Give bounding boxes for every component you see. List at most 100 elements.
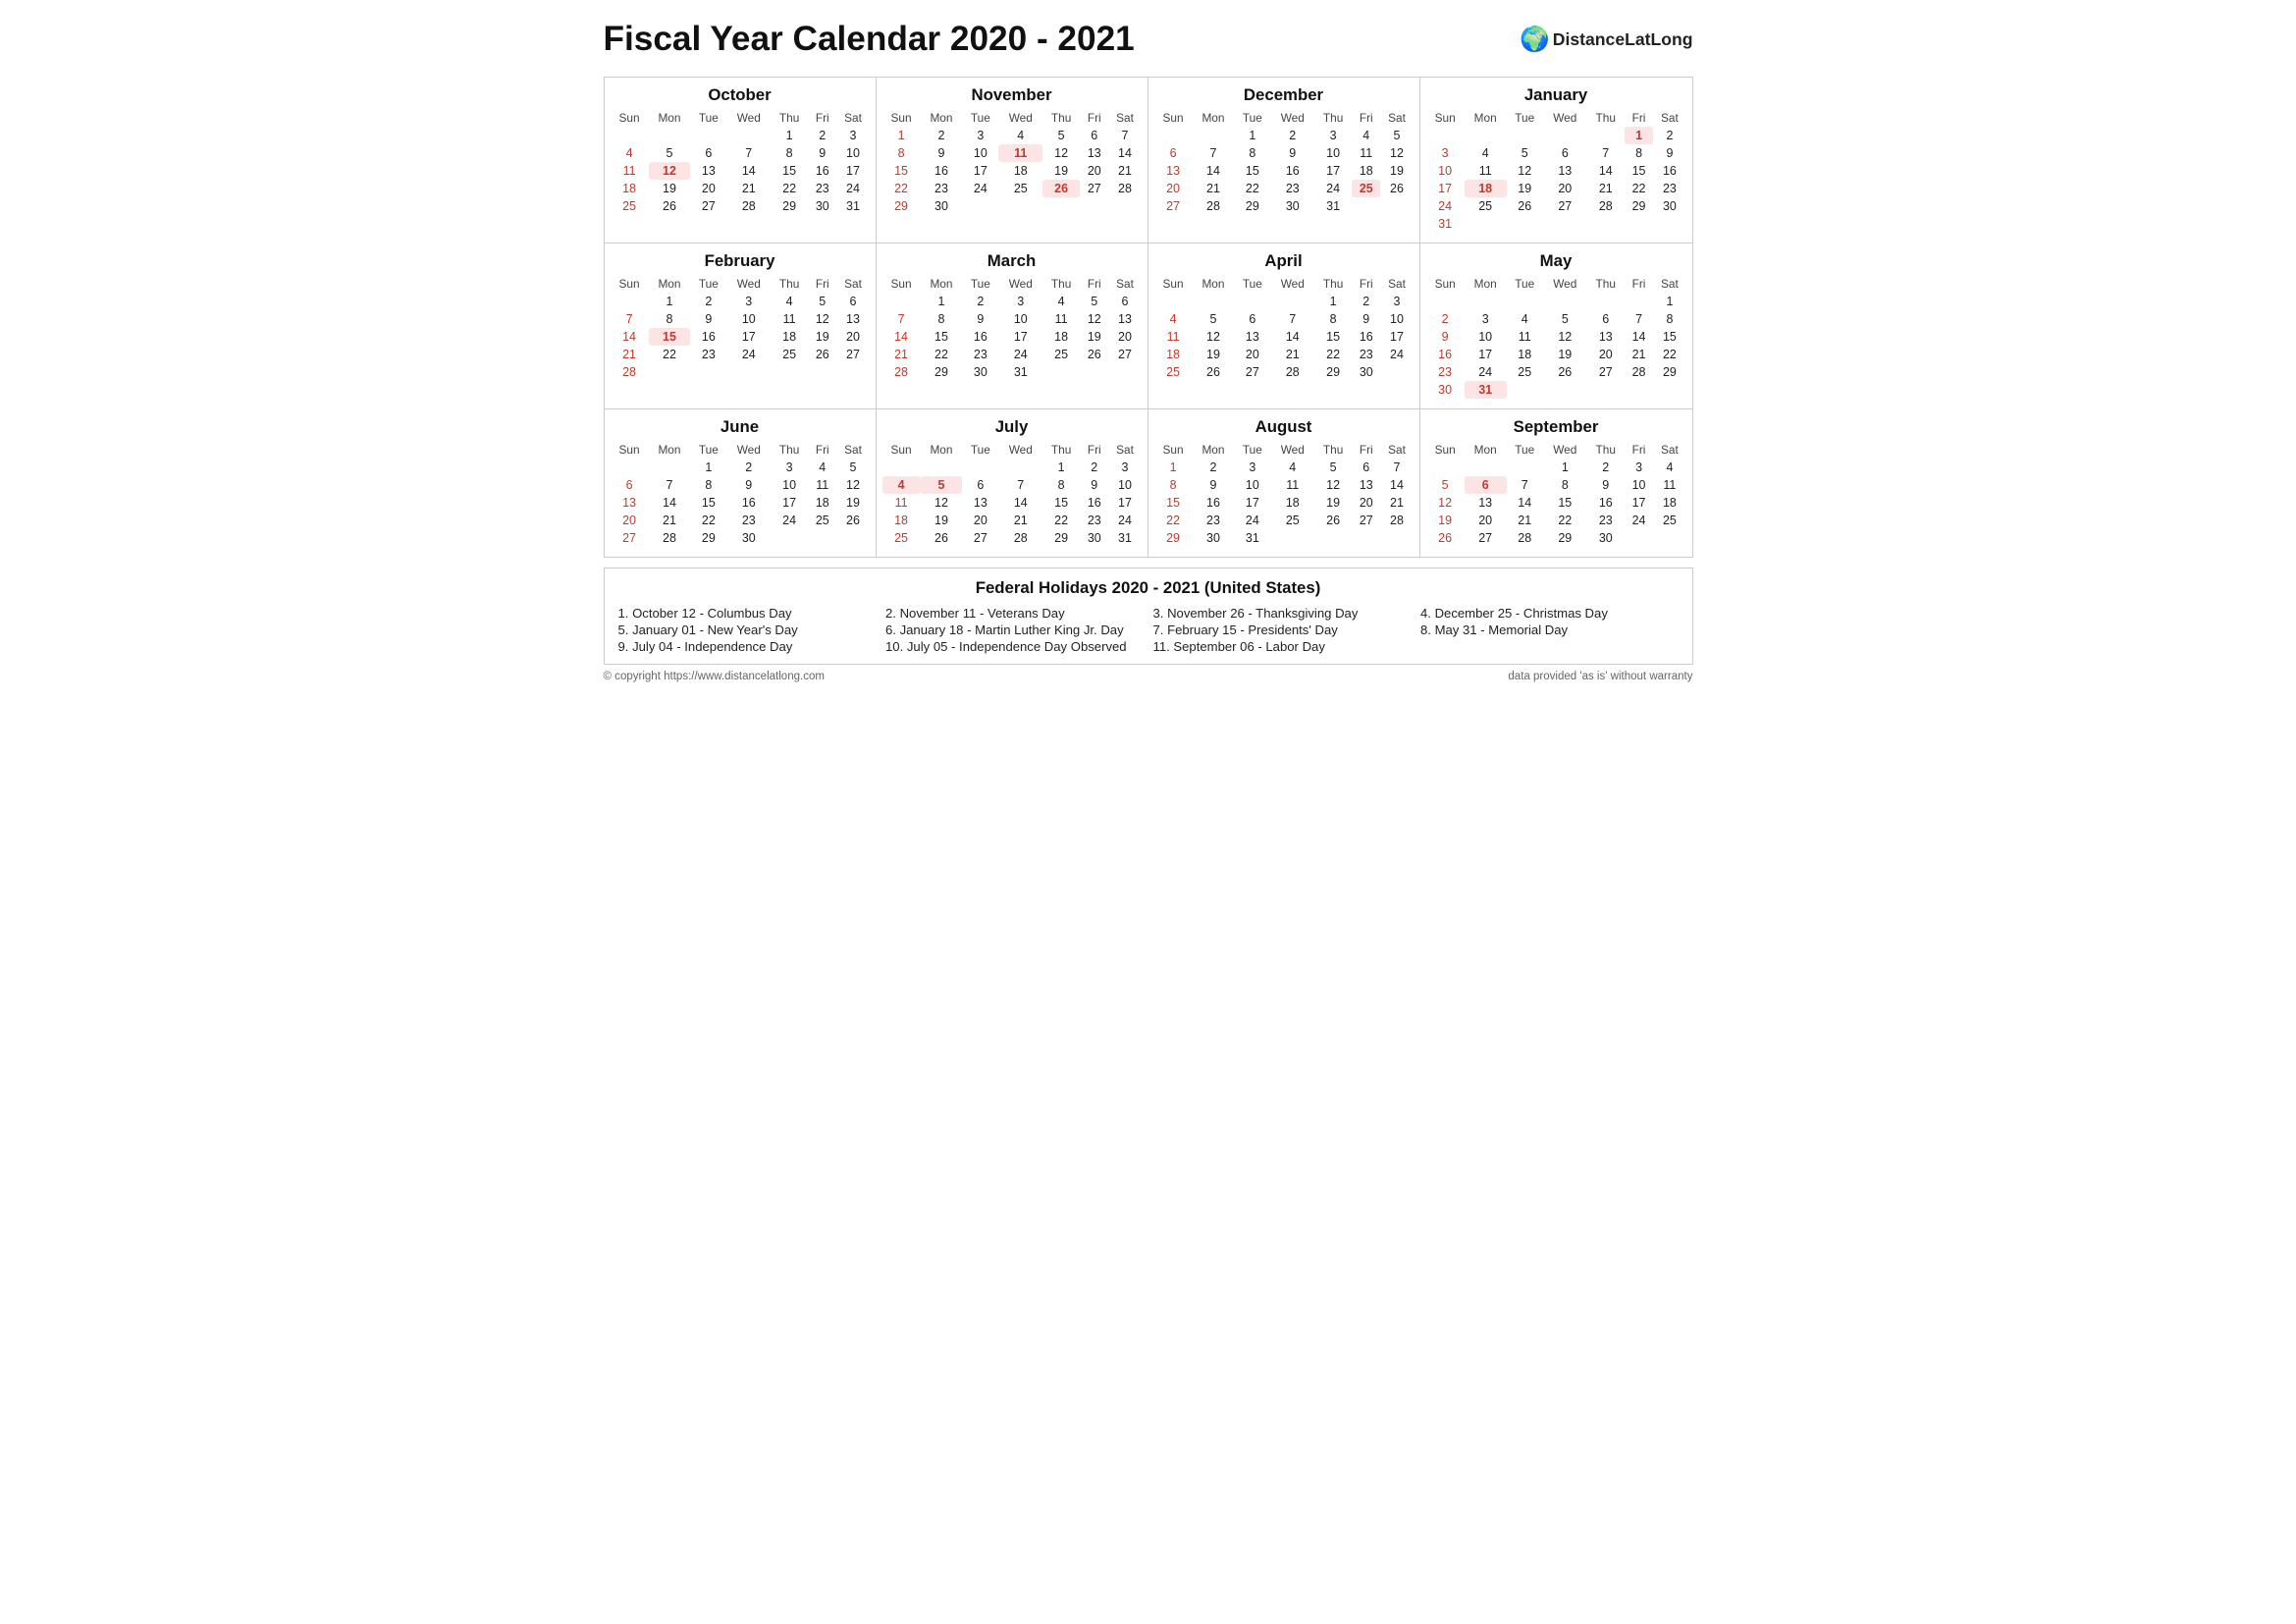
day-cell: 19 — [808, 328, 836, 346]
day-cell: 24 — [1380, 346, 1413, 363]
day-cell: 12 — [836, 476, 869, 494]
empty-cell — [1380, 529, 1413, 547]
day-cell: 13 — [836, 310, 869, 328]
day-cell: 16 — [1270, 162, 1314, 180]
day-cell: 19 — [1314, 494, 1352, 512]
day-cell: 30 — [1653, 197, 1685, 215]
day-cell: 16 — [1426, 346, 1465, 363]
day-cell: 6 — [1587, 310, 1625, 328]
day-cell: 10 — [1314, 144, 1352, 162]
empty-cell — [1352, 529, 1380, 547]
day-header: Thu — [1042, 109, 1080, 127]
holiday-item: 5. January 01 - New Year's Day — [618, 623, 877, 637]
day-cell: 3 — [1625, 459, 1654, 476]
day-cell: 1 — [1314, 293, 1352, 310]
day-cell: 10 — [836, 144, 869, 162]
day-cell: 1 — [649, 293, 691, 310]
empty-cell — [882, 459, 921, 476]
day-cell: 31 — [998, 363, 1042, 381]
empty-cell — [1270, 529, 1314, 547]
month-name: October — [611, 85, 870, 105]
day-cell: 21 — [1193, 180, 1235, 197]
day-cell: 24 — [1108, 512, 1141, 529]
day-cell: 3 — [1380, 293, 1413, 310]
day-cell: 13 — [1080, 144, 1108, 162]
empty-cell — [1625, 215, 1654, 233]
day-cell: 12 — [1193, 328, 1235, 346]
day-header: Fri — [808, 275, 836, 293]
day-cell: 24 — [1625, 512, 1654, 529]
holiday-item: 8. May 31 - Memorial Day — [1420, 623, 1679, 637]
day-cell: 20 — [1543, 180, 1587, 197]
day-header: Sat — [1653, 109, 1685, 127]
empty-cell — [771, 529, 808, 547]
day-cell: 9 — [1080, 476, 1108, 494]
empty-cell — [921, 459, 963, 476]
day-cell: 23 — [808, 180, 836, 197]
calendar-table: SunMonTueWedThuFriSat1234567891011121314… — [1426, 275, 1686, 399]
day-cell: 14 — [1625, 328, 1654, 346]
day-cell: 13 — [690, 162, 726, 180]
day-cell: 9 — [1653, 144, 1685, 162]
day-cell: 4 — [1270, 459, 1314, 476]
day-cell: 10 — [1234, 476, 1270, 494]
day-header: Wed — [1543, 441, 1587, 459]
day-cell: 19 — [1042, 162, 1080, 180]
empty-cell — [1270, 293, 1314, 310]
day-cell: 18 — [1270, 494, 1314, 512]
empty-cell — [808, 363, 836, 381]
day-cell: 9 — [1426, 328, 1465, 346]
day-cell: 25 — [1154, 363, 1193, 381]
day-cell: 29 — [1314, 363, 1352, 381]
day-header: Mon — [1193, 275, 1235, 293]
day-cell: 30 — [962, 363, 998, 381]
day-cell: 17 — [1234, 494, 1270, 512]
day-cell: 18 — [998, 162, 1042, 180]
day-header: Mon — [649, 109, 691, 127]
logo: 🌍 DistanceLatLong — [1520, 26, 1692, 54]
day-header: Fri — [1080, 275, 1108, 293]
day-header: Thu — [771, 109, 808, 127]
day-cell: 21 — [998, 512, 1042, 529]
day-cell: 15 — [690, 494, 726, 512]
empty-cell — [1193, 127, 1235, 144]
day-header: Sat — [836, 109, 869, 127]
day-cell: 21 — [649, 512, 691, 529]
calendar-table: SunMonTueWedThuFriSat1234567891011121314… — [1154, 109, 1414, 215]
day-header: Mon — [1193, 109, 1235, 127]
day-header: Sun — [882, 109, 921, 127]
day-cell: 16 — [1080, 494, 1108, 512]
day-header: Thu — [1587, 275, 1625, 293]
day-cell: 15 — [1653, 328, 1685, 346]
calendar-table: SunMonTueWedThuFriSat1234567891011121314… — [1154, 441, 1414, 547]
day-cell: 16 — [1352, 328, 1380, 346]
day-cell: 17 — [771, 494, 808, 512]
day-header: Wed — [998, 441, 1042, 459]
day-cell: 3 — [836, 127, 869, 144]
day-cell: 16 — [962, 328, 998, 346]
empty-cell — [1234, 293, 1270, 310]
day-header: Sun — [1154, 109, 1193, 127]
day-cell: 7 — [882, 310, 921, 328]
footer-left: © copyright https://www.distancelatlong.… — [604, 671, 825, 682]
day-header: Fri — [1352, 441, 1380, 459]
day-header: Mon — [1465, 441, 1507, 459]
day-cell: 6 — [1234, 310, 1270, 328]
day-cell: 12 — [1314, 476, 1352, 494]
day-cell: 19 — [836, 494, 869, 512]
day-cell: 8 — [771, 144, 808, 162]
holiday-item: 9. July 04 - Independence Day — [618, 639, 877, 654]
day-cell: 26 — [921, 529, 963, 547]
day-header: Tue — [1234, 109, 1270, 127]
day-cell: 17 — [962, 162, 998, 180]
day-cell: 1 — [690, 459, 726, 476]
empty-cell — [1625, 293, 1654, 310]
day-cell: 29 — [1234, 197, 1270, 215]
footer: © copyright https://www.distancelatlong.… — [604, 671, 1693, 682]
day-cell: 18 — [808, 494, 836, 512]
day-header: Sat — [1108, 441, 1141, 459]
day-cell: 18 — [1465, 180, 1507, 197]
day-header: Tue — [690, 441, 726, 459]
day-cell: 16 — [1587, 494, 1625, 512]
day-header: Fri — [1352, 109, 1380, 127]
